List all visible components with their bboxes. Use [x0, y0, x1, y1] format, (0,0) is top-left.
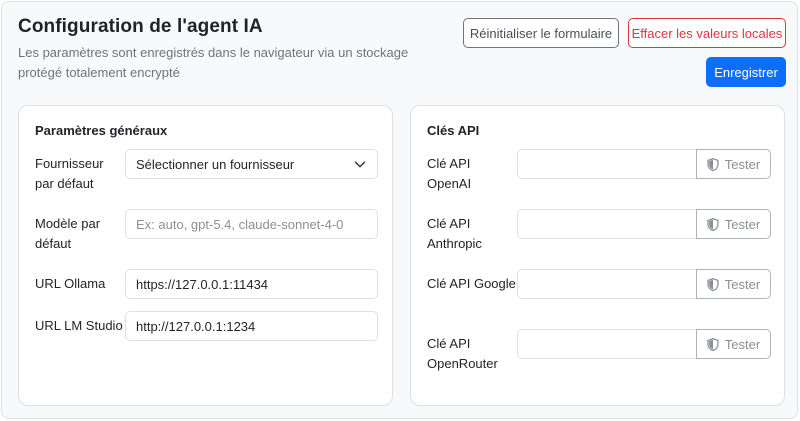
model-label: Modèle par défaut: [35, 216, 101, 251]
chevron-down-icon: [353, 157, 367, 171]
shield-icon: [707, 217, 719, 231]
test-label: Tester: [724, 216, 761, 232]
shield-icon: [707, 337, 719, 351]
api-keys-title: Clés API: [427, 123, 480, 138]
shield-icon: [707, 157, 719, 171]
openrouter-key-input[interactable]: [517, 329, 697, 359]
lmstudio-url-label: URL LM Studio: [35, 318, 123, 333]
ollama-url-label: URL Ollama: [35, 276, 106, 291]
test-label: Tester: [724, 276, 761, 292]
openrouter-test-button[interactable]: Tester: [696, 329, 771, 359]
test-label: Tester: [724, 336, 761, 352]
test-label: Tester: [724, 156, 761, 172]
provider-select[interactable]: Sélectionner un fournisseur: [125, 149, 378, 179]
general-settings-title: Paramètres généraux: [35, 123, 168, 138]
lmstudio-url-input[interactable]: [125, 311, 378, 341]
model-input[interactable]: [125, 209, 378, 239]
clear-local-values-button[interactable]: Effacer les valeurs locales: [628, 18, 786, 48]
config-panel: Configuration de l'agent IA Les paramètr…: [1, 1, 798, 419]
google-test-button[interactable]: Tester: [696, 269, 771, 299]
openai-key-label: Clé API OpenAI: [427, 156, 472, 191]
provider-select-value: Sélectionner un fournisseur: [136, 156, 295, 172]
openrouter-key-label: Clé API OpenRouter: [427, 336, 498, 371]
ollama-url-input[interactable]: [125, 269, 378, 299]
general-settings-card: Paramètres généraux Fournisseur par défa…: [18, 105, 393, 406]
openai-key-input[interactable]: [517, 149, 697, 179]
anthropic-test-button[interactable]: Tester: [696, 209, 771, 239]
provider-label: Fournisseur par défaut: [35, 156, 104, 191]
page-subtitle: Les paramètres sont enregistrés dans le …: [18, 45, 409, 80]
openai-test-button[interactable]: Tester: [696, 149, 771, 179]
shield-icon: [707, 277, 719, 291]
anthropic-key-input[interactable]: [517, 209, 697, 239]
api-keys-card: Clés API Clé API OpenAI Tester Clé API A…: [410, 105, 785, 406]
save-button[interactable]: Enregistrer: [706, 57, 786, 87]
reset-form-button[interactable]: Réinitialiser le formulaire: [463, 18, 619, 48]
page-title: Configuration de l'agent IA: [18, 16, 263, 37]
google-key-label: Clé API Google: [427, 276, 516, 291]
anthropic-key-label: Clé API Anthropic: [427, 216, 482, 251]
google-key-input[interactable]: [517, 269, 697, 299]
